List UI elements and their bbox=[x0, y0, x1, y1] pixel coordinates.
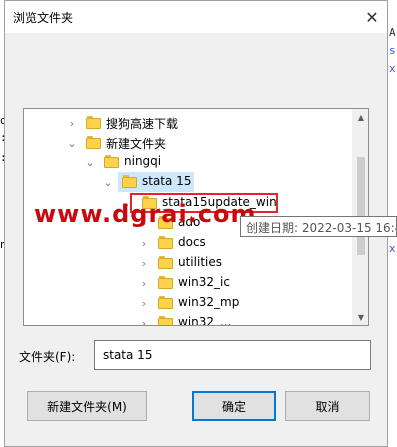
tree-item[interactable]: › 搜狗高速下载 bbox=[24, 113, 354, 133]
tree-item-label: ningqi bbox=[124, 154, 162, 168]
tree-item-label: stata 15 bbox=[142, 174, 192, 188]
tree-item[interactable]: ⌄ ningqi bbox=[24, 152, 354, 172]
new-folder-button[interactable]: 新建文件夹(M) bbox=[27, 391, 147, 421]
tree-item[interactable]: ⌄ 新建文件夹 bbox=[24, 133, 354, 153]
bg-char: x bbox=[389, 242, 396, 255]
folder-icon bbox=[104, 155, 119, 168]
close-icon[interactable]: ✕ bbox=[361, 6, 383, 28]
chevron-right-icon[interactable]: › bbox=[138, 237, 150, 250]
tree-item-label: docs bbox=[178, 235, 206, 249]
tree-item-label: utilities bbox=[178, 255, 222, 269]
tree-item-label: win32_mp bbox=[178, 295, 240, 309]
folder-icon bbox=[158, 276, 173, 289]
tree-item[interactable]: › win32_ic bbox=[24, 273, 354, 293]
tree-item-label: 搜狗高速下载 bbox=[106, 117, 179, 131]
tree-item[interactable]: › win32_... bbox=[24, 313, 354, 326]
chevron-down-icon[interactable]: ⌄ bbox=[102, 176, 114, 189]
folder-icon bbox=[158, 316, 173, 325]
tooltip: 创建日期: 2022-03-15 16:46 bbox=[240, 216, 397, 237]
bg-char: s bbox=[389, 44, 396, 57]
tree-item[interactable]: › win32_mp bbox=[24, 293, 354, 313]
folder-name-input[interactable] bbox=[94, 340, 371, 370]
folder-icon bbox=[86, 136, 101, 149]
folder-icon bbox=[158, 256, 173, 269]
scroll-up-icon[interactable]: ▲ bbox=[353, 109, 368, 125]
cancel-button[interactable]: 取消 bbox=[285, 391, 370, 421]
tree-item-label: 新建文件夹 bbox=[106, 137, 167, 151]
chevron-right-icon[interactable]: › bbox=[66, 117, 78, 130]
chevron-right-icon[interactable]: › bbox=[138, 277, 150, 290]
chevron-right-icon[interactable]: › bbox=[138, 317, 150, 326]
tree-item-label: win32_ic bbox=[178, 275, 230, 289]
folder-field-label: 文件夹(F): bbox=[19, 350, 76, 364]
chevron-down-icon[interactable]: ⌄ bbox=[84, 156, 96, 169]
chevron-right-icon[interactable]: › bbox=[138, 297, 150, 310]
folder-icon bbox=[158, 236, 173, 249]
dialog-title: 浏览文件夹 bbox=[13, 11, 74, 25]
scrollbar-thumb[interactable] bbox=[357, 157, 365, 255]
chevron-down-icon[interactable]: ⌄ bbox=[66, 137, 78, 150]
bg-char: A bbox=[389, 26, 396, 39]
tree-item[interactable]: › utilities bbox=[24, 253, 354, 273]
title-bar[interactable]: 浏览文件夹 ✕ bbox=[5, 1, 387, 33]
tree-item-label: win32_... bbox=[178, 315, 232, 326]
folder-icon bbox=[158, 296, 173, 309]
bg-char: x bbox=[389, 62, 396, 75]
scroll-down-icon[interactable]: ▼ bbox=[353, 309, 368, 325]
watermark: www.dgrai.com bbox=[34, 200, 257, 228]
folder-icon bbox=[86, 116, 101, 129]
folder-icon bbox=[122, 175, 137, 188]
ok-button[interactable]: 确定 bbox=[192, 391, 276, 421]
tree-item-selected[interactable]: ⌄ stata 15 bbox=[24, 172, 354, 192]
chevron-right-icon[interactable]: › bbox=[138, 257, 150, 270]
